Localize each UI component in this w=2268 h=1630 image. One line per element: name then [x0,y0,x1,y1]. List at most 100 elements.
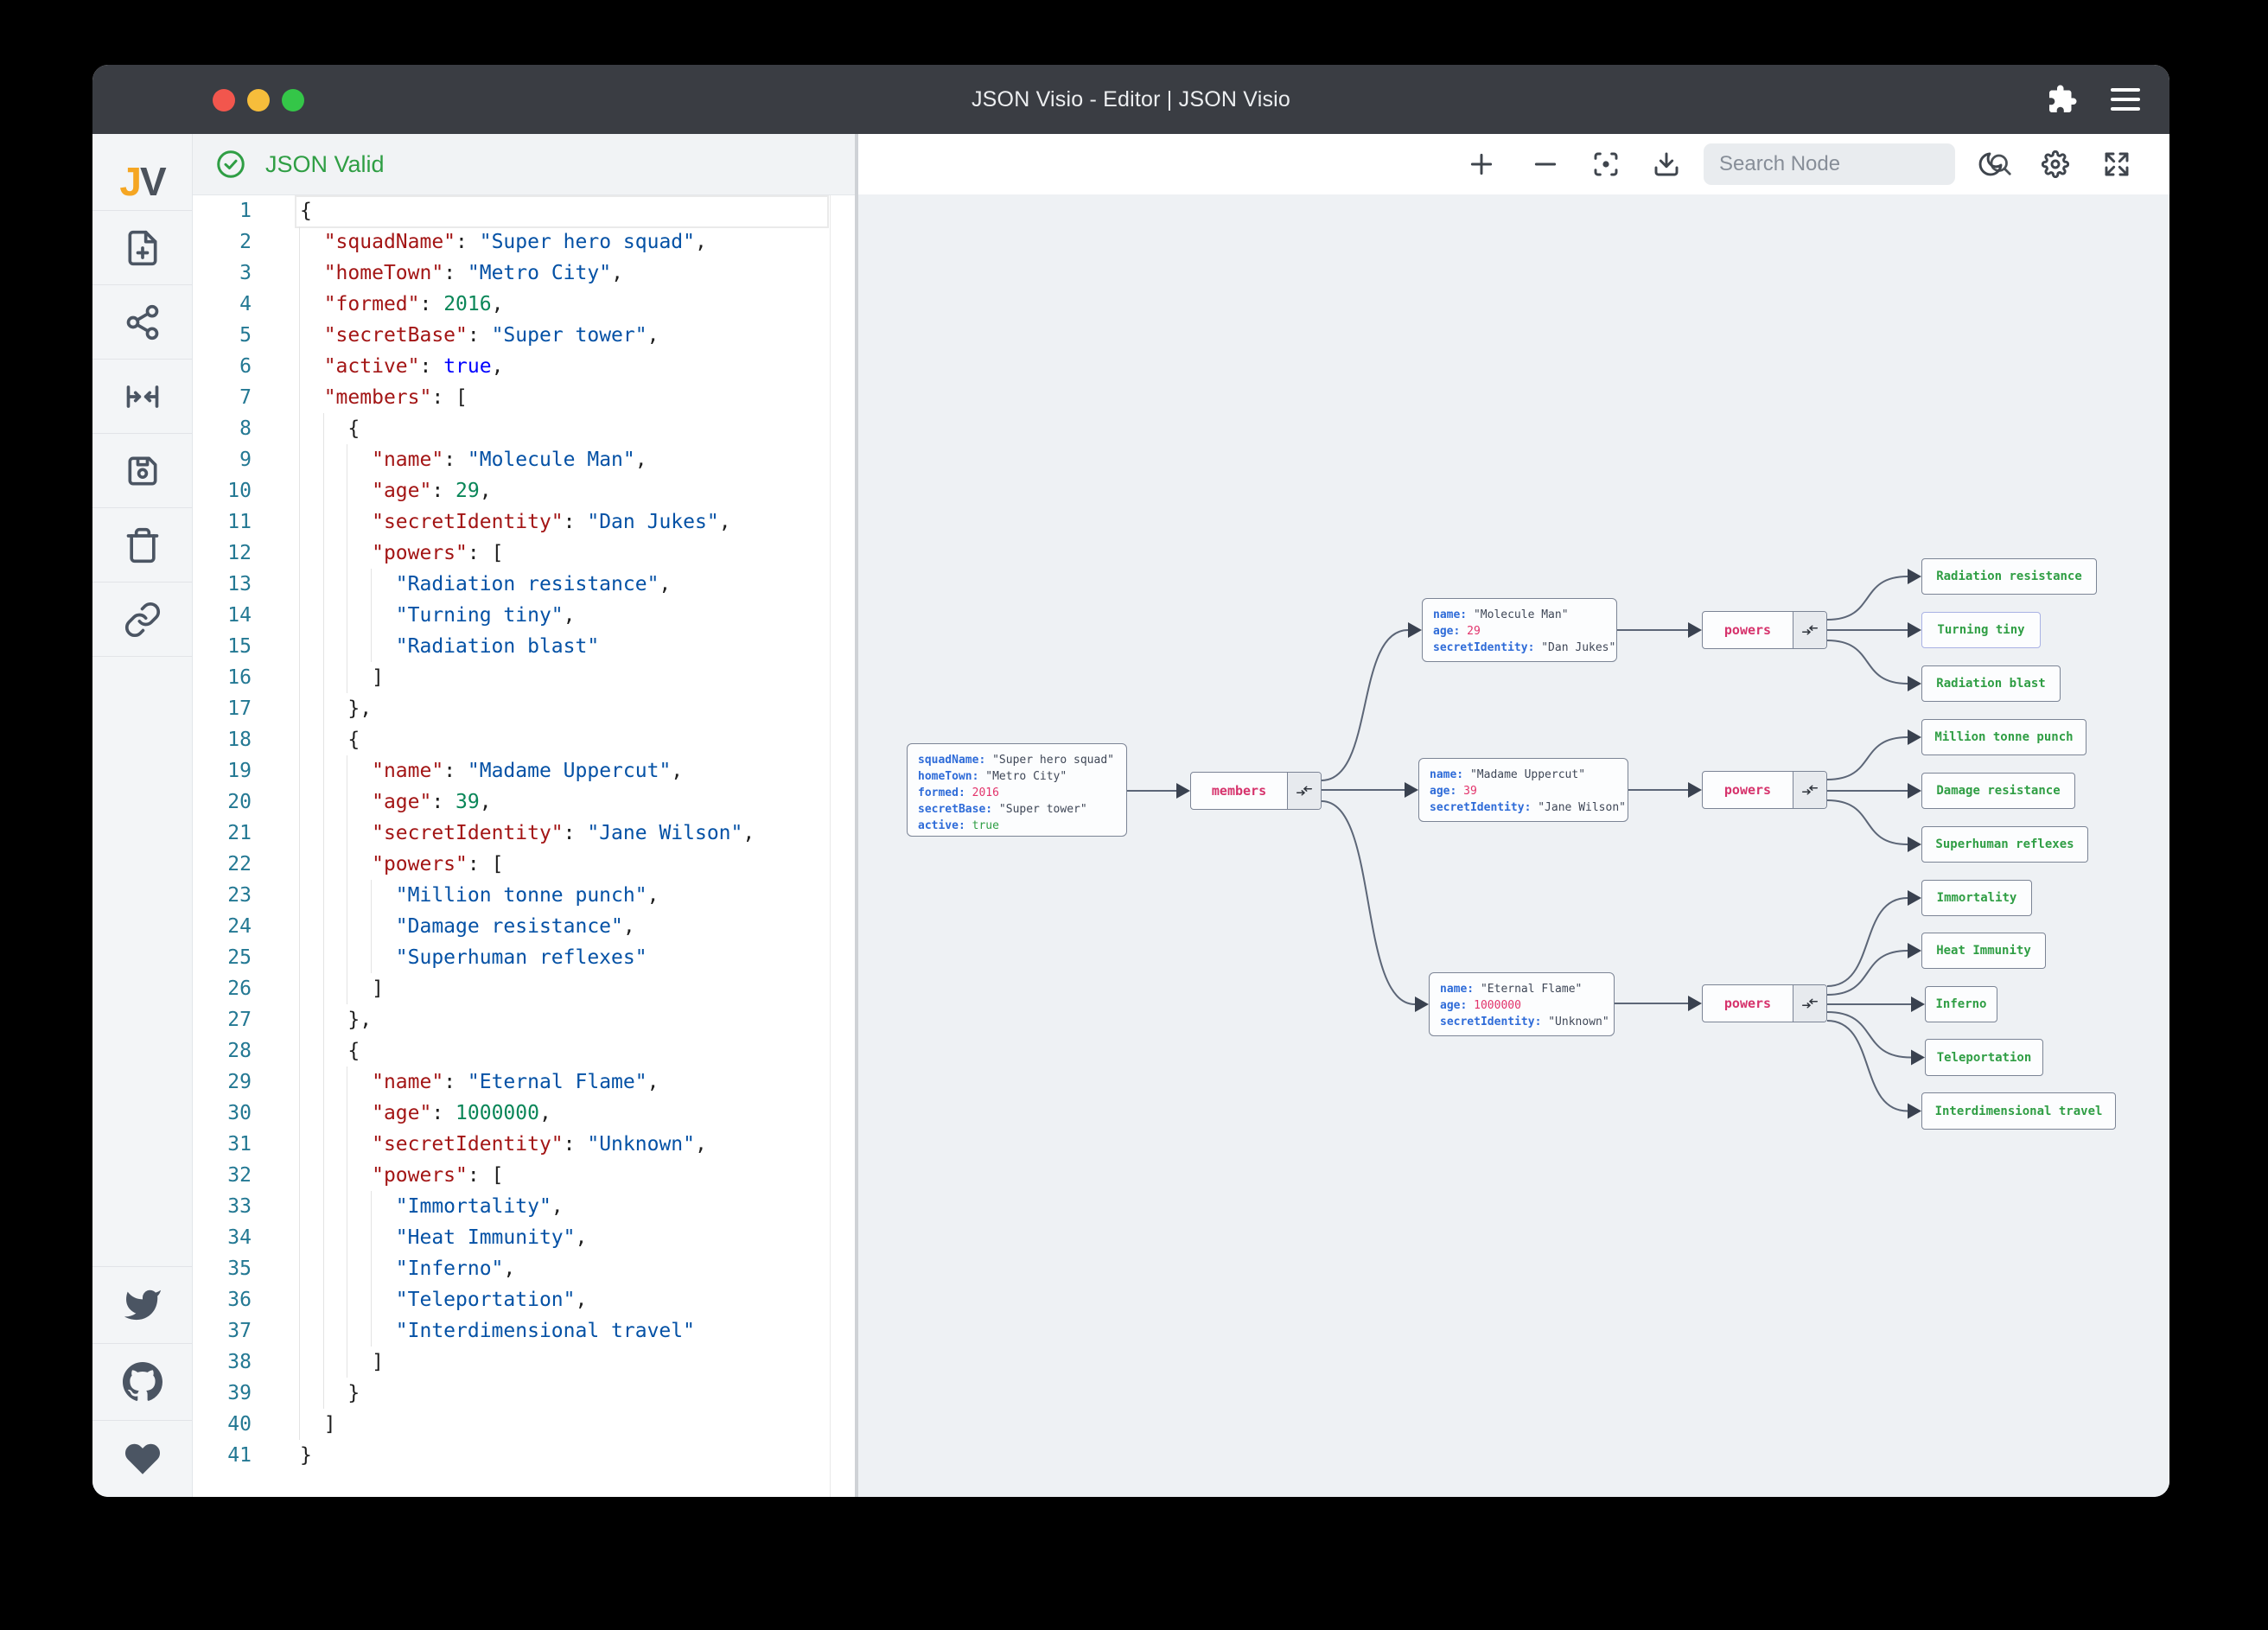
search-node-input[interactable] [1704,152,1987,176]
collapse-icon [1802,785,1818,795]
copy-link-button[interactable] [92,583,192,656]
graph-leaf-node[interactable]: Teleportation [1925,1039,2043,1076]
editor-line[interactable]: 31 "secretIdentity": "Unknown", [193,1129,855,1160]
editor-line[interactable]: 19 "name": "Madame Uppercut", [193,755,855,786]
editor-line[interactable]: 26 ] [193,973,855,1004]
fullscreen-button[interactable] [2093,140,2141,188]
editor-line[interactable]: 2 "squadName": "Super hero squad", [193,226,855,258]
editor-line[interactable]: 25 "Superhuman reflexes" [193,942,855,973]
editor-line[interactable]: 17 }, [193,693,855,724]
collapse-node-button[interactable] [1793,772,1826,808]
graph-leaf-node[interactable]: Million tonne punch [1921,719,2086,755]
editor-line[interactable]: 4 "formed": 2016, [193,289,855,320]
twitter-button[interactable] [92,1267,192,1343]
editor-line[interactable]: 28 { [193,1035,855,1067]
editor-line[interactable]: 39 } [193,1378,855,1409]
editor-line[interactable]: 18 { [193,724,855,755]
settings-button[interactable] [2031,140,2080,188]
center-view-button[interactable] [1582,140,1630,188]
editor-line[interactable]: 13 "Radiation resistance", [193,569,855,600]
editor-line[interactable]: 7 "members": [ [193,382,855,413]
app-logo[interactable]: JV [119,153,166,210]
editor-line[interactable]: 30 "age": 1000000, [193,1098,855,1129]
graph-leaf-node[interactable]: Radiation blast [1921,665,2061,702]
editor-line[interactable]: 8 { [193,413,855,444]
line-number: 19 [227,760,252,782]
editor-line[interactable]: 22 "powers": [ [193,849,855,880]
collapse-node-button[interactable] [1793,985,1826,1022]
editor-line[interactable]: 29 "name": "Eternal Flame", [193,1067,855,1098]
delete-button[interactable] [92,508,192,582]
graph-canvas[interactable]: squadName: "Super hero squad" homeTown: "… [858,194,2169,1497]
editor-pane: JSON Valid 1{2 "squadName": "Super hero … [193,134,855,1497]
editor-line[interactable]: 33 "Immortality", [193,1191,855,1222]
graph-object-node[interactable]: squadName: "Super hero squad" homeTown: "… [907,743,1127,837]
editor-line[interactable]: 40 ] [193,1409,855,1440]
line-number: 25 [227,946,252,969]
editor-line[interactable]: 37 "Interdimensional travel" [193,1315,855,1347]
editor-line[interactable]: 9 "name": "Molecule Man", [193,444,855,475]
new-document-button[interactable] [92,211,192,284]
fold-width-button[interactable] [92,360,192,433]
graph-leaf-node[interactable]: Superhuman reflexes [1921,826,2088,863]
save-button[interactable] [92,434,192,507]
editor-line[interactable]: 12 "powers": [ [193,538,855,569]
graph-object-node[interactable]: name: "Eternal Flame" age: 1000000 secretI… [1429,972,1615,1036]
node-label: powers [1723,782,1772,798]
editor-line[interactable]: 14 "Turning tiny", [193,600,855,631]
line-number: 32 [227,1164,252,1187]
graph-leaf-node[interactable]: Heat Immunity [1921,933,2046,969]
editor-line[interactable]: 21 "secretIdentity": "Jane Wilson", [193,818,855,849]
editor-line[interactable]: 1{ [193,195,855,226]
collapse-node-button[interactable] [1287,773,1321,809]
graph-leaf-node[interactable]: Turning tiny [1921,612,2041,648]
editor-line[interactable]: 41} [193,1440,855,1471]
editor-scrollbar[interactable] [830,195,831,1497]
editor-line[interactable]: 34 "Heat Immunity", [193,1222,855,1253]
dark-mode-toggle[interactable] [1966,140,2015,188]
github-button[interactable] [92,1344,192,1420]
editor-line[interactable]: 23 "Million tonne punch", [193,880,855,911]
code-editor[interactable]: 1{2 "squadName": "Super hero squad", 3 "h… [193,195,855,1497]
graph-object-node[interactable]: name: "Molecule Man" age: 29 secretIdentit… [1422,598,1617,662]
editor-line[interactable]: 5 "secretBase": "Super tower", [193,320,855,351]
graph-key-node-members[interactable]: members [1190,772,1322,810]
collapse-icon [1802,625,1818,635]
editor-line[interactable]: 32 "powers": [ [193,1160,855,1191]
graph-key-node-powers[interactable]: powers [1702,984,1827,1022]
zoom-in-button[interactable] [1457,140,1506,188]
editor-lines: 1{2 "squadName": "Super hero squad", 3 "h… [193,195,855,1471]
editor-line[interactable]: 10 "age": 29, [193,475,855,506]
editor-line[interactable]: 27 }, [193,1004,855,1035]
editor-line[interactable]: 20 "age": 39, [193,786,855,818]
graph-leaf-node[interactable]: Radiation resistance [1921,558,2097,595]
graph-leaf-node[interactable]: Immortality [1921,880,2032,916]
menu-icon[interactable] [2111,88,2140,111]
download-image-button[interactable] [1642,140,1691,188]
editor-line[interactable]: 15 "Radiation blast" [193,631,855,662]
editor-line[interactable]: 3 "homeTown": "Metro City", [193,258,855,289]
editor-line[interactable]: 36 "Teleportation", [193,1284,855,1315]
editor-line[interactable]: 38 ] [193,1347,855,1378]
search-node-box [1704,143,2011,185]
graph-leaf-node[interactable]: Interdimensional travel [1921,1092,2116,1130]
graph-leaf-node[interactable]: Damage resistance [1921,773,2075,809]
node-label: Turning tiny [1937,623,2025,637]
editor-line[interactable]: 6 "active": true, [193,351,855,382]
editor-line[interactable]: 16 ] [193,662,855,693]
sponsor-button[interactable] [92,1421,192,1497]
extensions-icon[interactable] [2047,84,2078,115]
editor-line[interactable]: 35 "Inferno", [193,1253,855,1284]
editor-line[interactable]: 11 "secretIdentity": "Dan Jukes", [193,506,855,538]
graph-leaf-node[interactable]: Inferno [1925,986,1997,1022]
graph-object-node[interactable]: name: "Madame Uppercut" age: 39 secretIden… [1418,758,1628,822]
share-button[interactable] [92,285,192,359]
zoom-out-button[interactable] [1521,140,1570,188]
graph-toolbar [858,134,2169,194]
graph-key-node-powers[interactable]: powers [1702,611,1827,649]
line-number: 29 [227,1071,252,1093]
editor-line[interactable]: 24 "Damage resistance", [193,911,855,942]
line-number: 4 [239,293,252,315]
collapse-node-button[interactable] [1793,612,1826,648]
graph-key-node-powers[interactable]: powers [1702,771,1827,809]
